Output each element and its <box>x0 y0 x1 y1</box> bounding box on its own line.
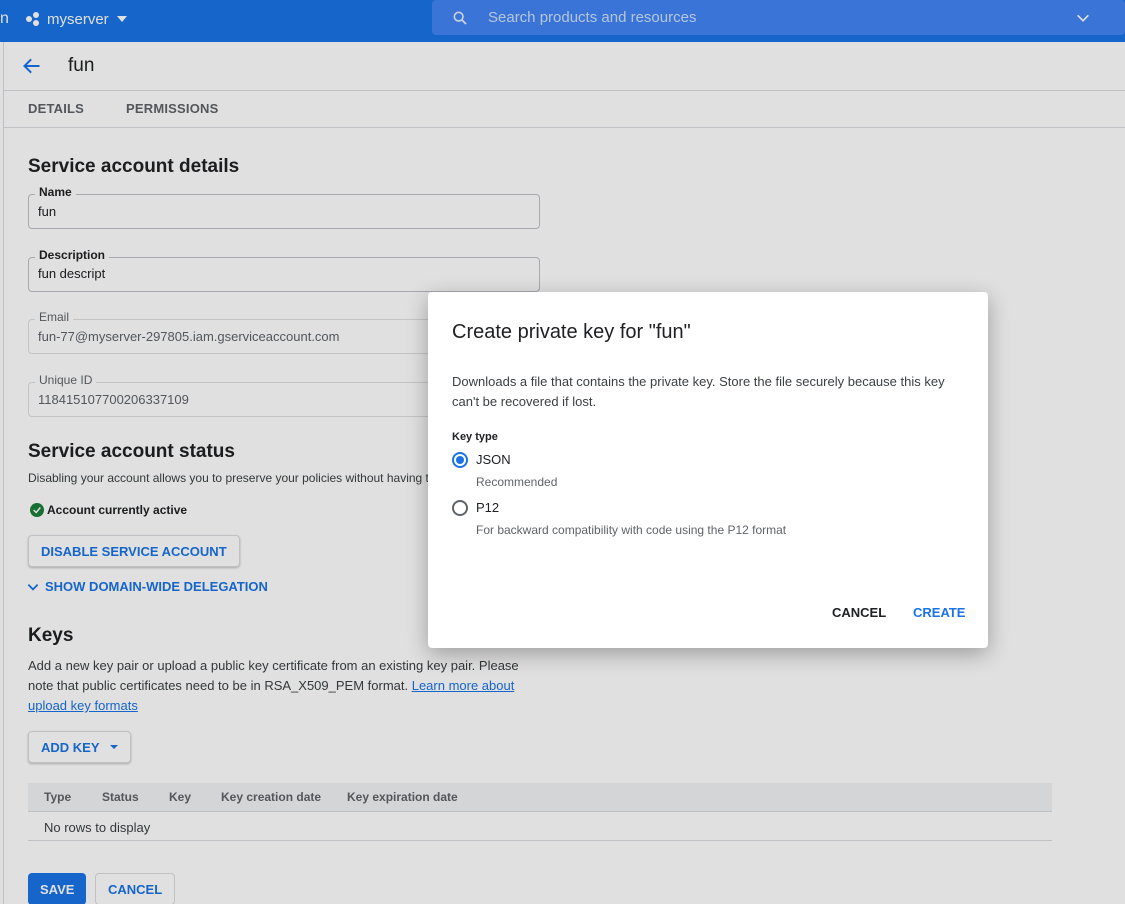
key-type-label: Key type <box>452 431 498 443</box>
dialog-title: Create private key for "fun" <box>452 321 691 343</box>
dialog-cancel-button[interactable]: CANCEL <box>832 605 886 620</box>
json-option-label[interactable]: JSON <box>476 452 511 467</box>
json-option-hint: Recommended <box>476 475 558 489</box>
p12-option-hint: For backward compatibility with code usi… <box>476 523 787 537</box>
dialog-create-button[interactable]: CREATE <box>913 605 965 620</box>
dialog-description: Downloads a file that contains the priva… <box>452 374 945 409</box>
json-radio[interactable] <box>452 452 468 468</box>
p12-option-label[interactable]: P12 <box>476 500 499 515</box>
p12-radio[interactable] <box>452 500 468 516</box>
create-key-dialog: Create private key for "fun" Downloads a… <box>428 292 988 648</box>
